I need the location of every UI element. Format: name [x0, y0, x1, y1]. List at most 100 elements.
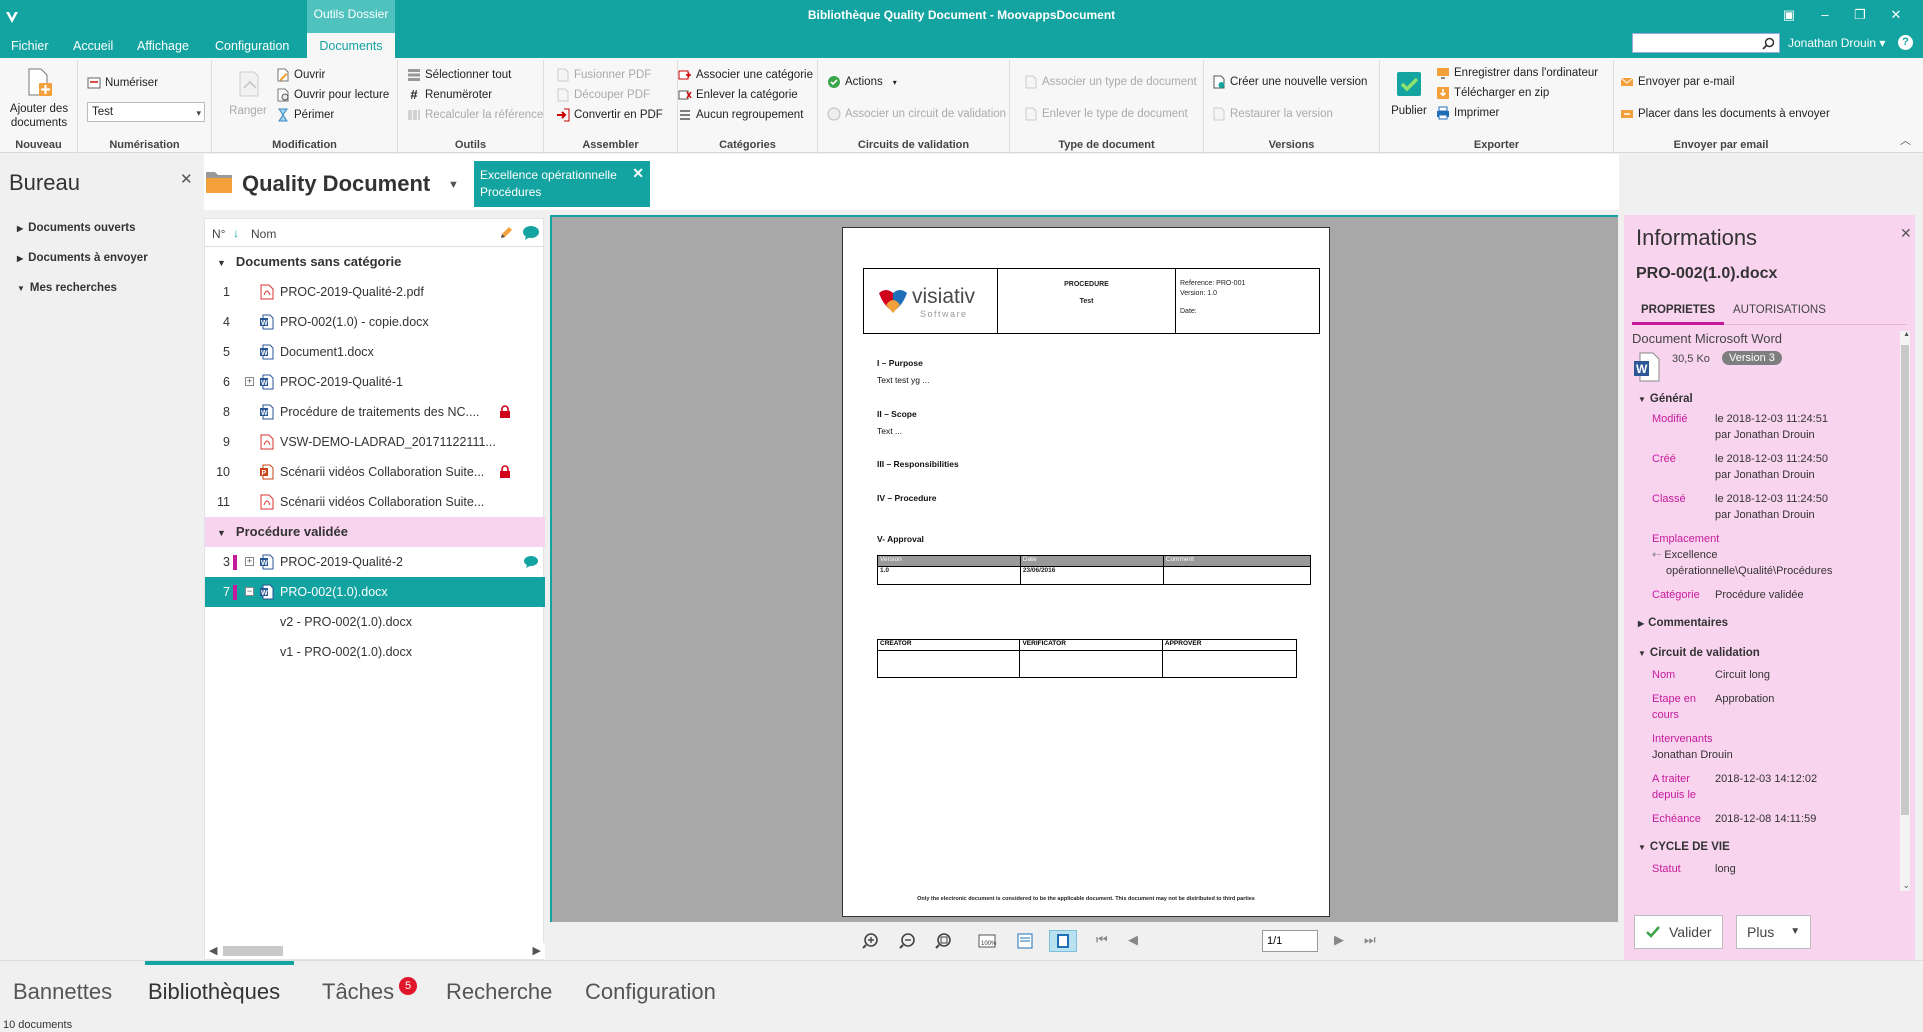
table-row[interactable]: 11 Scénarii vidéos Collaboration Suite..… — [205, 487, 545, 517]
nav-recherche[interactable]: Recherche — [446, 979, 552, 1005]
search-icon[interactable] — [1762, 37, 1775, 50]
table-row[interactable]: 4 W PRO-002(1.0) - copie.docx — [205, 307, 545, 337]
scroll-thumb[interactable] — [223, 946, 283, 956]
comment-bubble-icon[interactable] — [523, 555, 539, 569]
next-page-icon[interactable]: ▶ — [1334, 932, 1354, 950]
send-email-button[interactable]: Envoyer par e-mail — [1620, 73, 1735, 91]
nav-bibliotheques[interactable]: Bibliothèques — [148, 979, 280, 1005]
assign-category-button[interactable]: Associer une catégorie — [678, 66, 813, 84]
zoom-fit-icon[interactable] — [935, 932, 955, 950]
tab-proprietes[interactable]: PROPRIETES — [1632, 297, 1725, 325]
add-to-send-list-button[interactable]: Placer dans les documents à envoyer — [1620, 105, 1830, 123]
table-row[interactable]: 10 P Scénarii vidéos Collaboration Suite… — [205, 457, 545, 487]
tab-autorisations[interactable]: AUTORISATIONS — [1724, 297, 1835, 325]
table-row[interactable]: 3 + W PROC-2019-Qualité-2 — [205, 547, 545, 577]
fit-width-icon[interactable] — [1015, 932, 1035, 950]
bureau-item-documents-to-send[interactable]: ▶ Documents à envoyer — [17, 252, 148, 264]
no-grouping-button[interactable]: Aucun regroupement — [678, 106, 803, 124]
more-button[interactable]: Plus ▼ — [1736, 915, 1812, 949]
scroll-left-icon[interactable]: ◀ — [209, 944, 217, 957]
restore-version-button[interactable]: Restaurer la version — [1212, 105, 1333, 123]
nav-configuration[interactable]: Configuration — [585, 979, 716, 1005]
table-row[interactable]: 5 W Document1.docx — [205, 337, 545, 367]
fit-page-button[interactable] — [1049, 930, 1077, 952]
table-row[interactable]: 6 + W PROC-2019-Qualité-1 — [205, 367, 545, 397]
version-row[interactable]: v1 - PRO-002(1.0).docx — [205, 637, 545, 667]
page-number-input[interactable] — [1262, 930, 1318, 952]
column-number[interactable]: N° — [212, 227, 225, 241]
version-row[interactable]: v2 - PRO-002(1.0).docx — [205, 607, 545, 637]
expire-button[interactable]: Périmer — [276, 106, 334, 124]
table-row[interactable]: 9 VSW-DEMO-LADRAD_20171122111... — [205, 427, 545, 457]
expand-icon[interactable]: + — [245, 377, 254, 386]
help-icon[interactable]: ? — [1898, 35, 1913, 50]
actions-dropdown[interactable]: Actions ▾ — [827, 73, 897, 91]
renumber-button[interactable]: # Renumëroter — [407, 86, 492, 104]
tab-accueil[interactable]: Accueil — [62, 33, 124, 58]
close-bureau-icon[interactable]: ✕ — [180, 170, 193, 188]
close-info-icon[interactable]: ✕ — [1900, 225, 1912, 242]
scroll-up-icon[interactable]: ▲ — [1903, 331, 1910, 338]
column-name[interactable]: Nom — [251, 227, 276, 241]
scan-button[interactable]: Numériser — [87, 74, 158, 92]
search-input[interactable] — [1633, 34, 1757, 52]
user-menu[interactable]: Jonathan Drouin ▾ — [1788, 36, 1885, 50]
tab-fichier[interactable]: Fichier — [0, 33, 60, 58]
save-to-computer-button[interactable]: Enregistrer dans l'ordinateur — [1436, 64, 1598, 82]
assign-doc-type-button[interactable]: Associer un type de document — [1024, 73, 1197, 91]
tab-affichage[interactable]: Affichage — [126, 33, 200, 58]
merge-pdf-button[interactable]: Fusionner PDF — [556, 66, 651, 84]
previous-page-icon[interactable]: ◀ — [1128, 932, 1148, 950]
section-cycle-de-vie[interactable]: ▼ CYCLE DE VIE — [1638, 841, 1730, 853]
print-button[interactable]: Imprimer — [1436, 104, 1499, 122]
zoom-in-icon[interactable] — [862, 932, 882, 950]
library-dropdown-icon[interactable]: ▼ — [448, 179, 459, 191]
comment-bubble-icon[interactable] — [522, 225, 540, 241]
section-general[interactable]: ▼ Général — [1638, 393, 1693, 405]
assign-workflow-button[interactable]: Associer un circuit de validation — [827, 105, 1006, 123]
group-documents-sans-categorie[interactable]: ▼ Documents sans catégorie — [205, 247, 545, 277]
folder-filter-chip[interactable]: Excellence opérationnelle Procédures ✕ — [474, 161, 650, 207]
bureau-item-my-searches[interactable]: ▼ Mes recherches — [17, 282, 117, 294]
open-button[interactable]: Ouvrir — [276, 66, 325, 84]
close-window-icon[interactable]: ✕ — [1886, 6, 1906, 24]
section-commentaires[interactable]: ▶ Commentaires — [1638, 617, 1728, 629]
new-version-button[interactable]: Créer une nouvelle version — [1212, 73, 1367, 91]
group-procedure-validee[interactable]: ▼ Procédure validée — [205, 517, 545, 547]
horizontal-scrollbar[interactable]: ◀ ▶ — [205, 943, 545, 959]
select-all-button[interactable]: Sélectionner tout — [407, 66, 511, 84]
remove-filter-icon[interactable]: ✕ — [632, 165, 644, 182]
split-pdf-button[interactable]: Découper PDF — [556, 86, 650, 104]
pencil-icon[interactable] — [498, 225, 514, 241]
restore-ribbon-icon[interactable]: ▣ — [1779, 6, 1799, 24]
expand-icon[interactable]: + — [245, 557, 254, 566]
validate-button[interactable]: Valider — [1634, 915, 1723, 949]
remove-category-button[interactable]: Enlever la catégorie — [678, 86, 798, 104]
add-documents-button[interactable]: Ajouter des documents — [6, 66, 72, 130]
collapse-icon[interactable]: − — [245, 587, 254, 596]
global-search[interactable] — [1632, 33, 1780, 53]
scan-profile-select[interactable]: Test ▾ — [87, 102, 205, 122]
maximize-icon[interactable]: ❐ — [1850, 6, 1870, 24]
scroll-down-icon[interactable]: ⌄ — [1902, 880, 1910, 891]
sort-down-icon[interactable]: ↓ — [233, 226, 239, 240]
last-page-icon[interactable]: ⏭ — [1364, 932, 1384, 950]
minimize-icon[interactable]: – — [1815, 6, 1835, 24]
table-row-selected[interactable]: 7 − W PRO-002(1.0).docx — [205, 577, 545, 607]
ranger-button[interactable]: Ranger — [226, 68, 270, 118]
tab-documents[interactable]: Documents — [307, 33, 395, 58]
table-row[interactable]: 8 W Procédure de traitements des NC.... — [205, 397, 545, 427]
info-scroll-thumb[interactable] — [1901, 345, 1909, 815]
zoom-out-icon[interactable] — [899, 932, 919, 950]
remove-doc-type-button[interactable]: Enlever le type de document — [1024, 105, 1188, 123]
download-zip-button[interactable]: Télécharger en zip — [1436, 84, 1549, 102]
actual-size-icon[interactable]: 100% — [977, 932, 997, 950]
section-circuit[interactable]: ▼ Circuit de validation — [1638, 647, 1760, 659]
publish-button[interactable]: Publier — [1386, 68, 1432, 118]
nav-taches[interactable]: Tâches — [322, 979, 394, 1005]
table-row[interactable]: 1 PROC-2019-Qualité-2.pdf — [205, 277, 545, 307]
bureau-item-open-documents[interactable]: ▶ Documents ouverts — [17, 222, 136, 234]
open-readonly-button[interactable]: Ouvrir pour lecture — [276, 86, 389, 104]
first-page-icon[interactable]: ⏮ — [1096, 932, 1116, 950]
tab-configuration[interactable]: Configuration — [204, 33, 300, 58]
